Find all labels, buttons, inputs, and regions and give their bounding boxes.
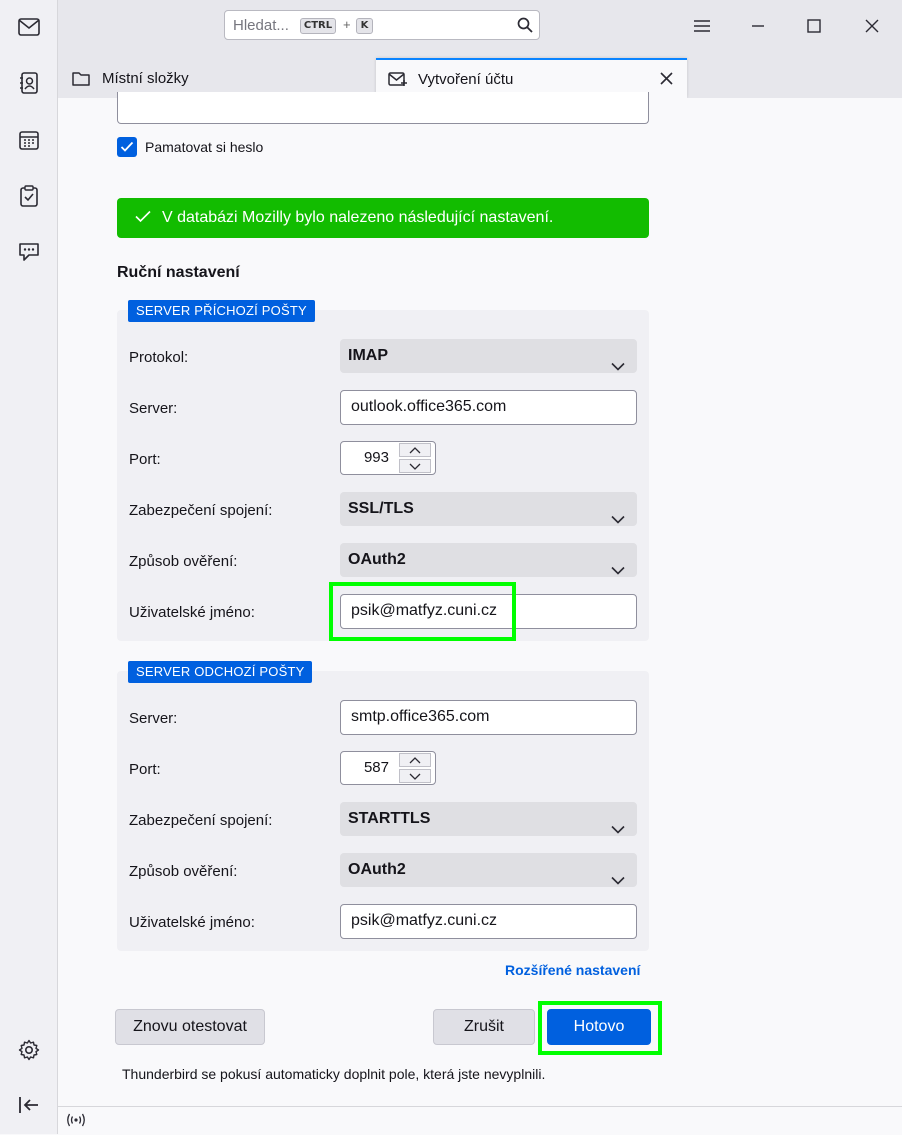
ctrl-key-hint: CTRL	[300, 18, 336, 34]
retest-button[interactable]: Znovu otestovat	[115, 1009, 265, 1045]
outgoing-security-select[interactable]: STARTTLS	[340, 802, 637, 836]
chevron-up-icon[interactable]	[399, 753, 431, 767]
chevron-down-icon	[611, 554, 625, 588]
tab-label: Vytvoření účtu	[418, 70, 514, 88]
status-bar	[58, 1106, 902, 1135]
new-mail-icon	[388, 71, 408, 87]
port-value: 993	[363, 449, 389, 466]
search-placeholder: Hledat...	[233, 17, 289, 34]
spaces-toolbar	[0, 0, 58, 1134]
chevron-up-icon[interactable]	[399, 443, 431, 457]
minimize-icon[interactable]	[744, 12, 772, 40]
chevron-down-icon	[611, 350, 625, 384]
outgoing-auth-select[interactable]: OAuth2	[340, 853, 637, 887]
chevron-down-icon	[611, 503, 625, 537]
auth-method-label: Způsob ověření:	[129, 863, 238, 880]
calendar-icon[interactable]	[14, 125, 44, 155]
plus-sign: +	[343, 17, 351, 32]
highlight-box	[538, 1001, 662, 1055]
maximize-icon[interactable]	[800, 12, 828, 40]
highlight-box	[329, 582, 516, 641]
advanced-settings-link[interactable]: Rozšířené nastavení	[505, 962, 640, 978]
outgoing-server-panel: SERVER ODCHOZÍ POŠTY Server: smtp.office…	[117, 661, 649, 951]
outgoing-server-badge: SERVER ODCHOZÍ POŠTY	[128, 661, 313, 683]
selected-value: SSL/TLS	[348, 500, 414, 517]
remember-password-label: Pamatovat si heslo	[145, 139, 264, 155]
success-message: V databázi Mozilly bylo nalezeno následu…	[162, 209, 554, 226]
incoming-server-input[interactable]: outlook.office365.com	[340, 390, 637, 425]
title-bar: Hledat... CTRL + K	[58, 0, 902, 52]
incoming-security-select[interactable]: SSL/TLS	[340, 492, 637, 526]
outgoing-server-input[interactable]: smtp.office365.com	[340, 700, 637, 735]
folder-icon	[72, 71, 90, 86]
port-label: Port:	[129, 761, 161, 778]
chat-icon[interactable]	[14, 237, 44, 267]
address-book-icon[interactable]	[14, 68, 44, 98]
collapse-icon[interactable]	[14, 1090, 44, 1120]
mail-icon[interactable]	[14, 12, 44, 42]
protocol-label: Protokol:	[129, 349, 189, 366]
selected-value: IMAP	[348, 347, 388, 364]
incoming-port-stepper[interactable]: 993	[340, 441, 436, 475]
incoming-auth-select[interactable]: OAuth2	[340, 543, 637, 577]
security-label: Zabezpečení spojení:	[129, 502, 273, 519]
outgoing-port-stepper[interactable]: 587	[340, 751, 436, 785]
tab-label: Místní složky	[102, 69, 189, 87]
check-icon	[135, 210, 151, 223]
settings-icon[interactable]	[14, 1035, 44, 1065]
remember-password-checkbox[interactable]	[117, 137, 137, 157]
incoming-server-badge: SERVER PŘÍCHOZÍ POŠTY	[128, 300, 315, 322]
password-field[interactable]	[117, 92, 649, 124]
username-label: Uživatelské jméno:	[129, 914, 255, 931]
selected-value: OAuth2	[348, 861, 406, 878]
port-value: 587	[363, 759, 389, 776]
incoming-protocol-select[interactable]: IMAP	[340, 339, 637, 373]
port-label: Port:	[129, 451, 161, 468]
chevron-down-icon[interactable]	[399, 459, 431, 473]
cancel-button[interactable]: Zrušit	[433, 1009, 535, 1045]
chevron-down-icon	[611, 813, 625, 847]
chevron-down-icon[interactable]	[399, 769, 431, 783]
search-input[interactable]: Hledat... CTRL + K	[224, 10, 540, 40]
server-label: Server:	[129, 400, 178, 417]
username-label: Uživatelské jméno:	[129, 604, 255, 621]
tasks-icon[interactable]	[14, 181, 44, 211]
server-label: Server:	[129, 710, 178, 727]
close-window-icon[interactable]	[858, 12, 886, 40]
success-banner: V databázi Mozilly bylo nalezeno následu…	[117, 198, 649, 238]
online-status-icon[interactable]	[66, 1113, 86, 1127]
close-tab-icon[interactable]	[660, 72, 673, 85]
k-key-hint: K	[356, 18, 373, 34]
outgoing-username-input[interactable]: psik@matfyz.cuni.cz	[340, 904, 637, 939]
account-setup-form: Pamatovat si heslo V databázi Mozilly by…	[58, 92, 902, 1135]
selected-value: STARTTLS	[348, 810, 431, 827]
manual-setup-heading: Ruční nastavení	[117, 264, 240, 281]
footer-note: Thunderbird se pokusí automaticky doplni…	[122, 1066, 546, 1082]
menu-icon[interactable]	[688, 12, 716, 40]
security-label: Zabezpečení spojení:	[129, 812, 273, 829]
selected-value: OAuth2	[348, 551, 406, 568]
search-icon[interactable]	[517, 17, 533, 37]
auth-method-label: Způsob ověření:	[129, 553, 238, 570]
chevron-down-icon	[611, 864, 625, 898]
